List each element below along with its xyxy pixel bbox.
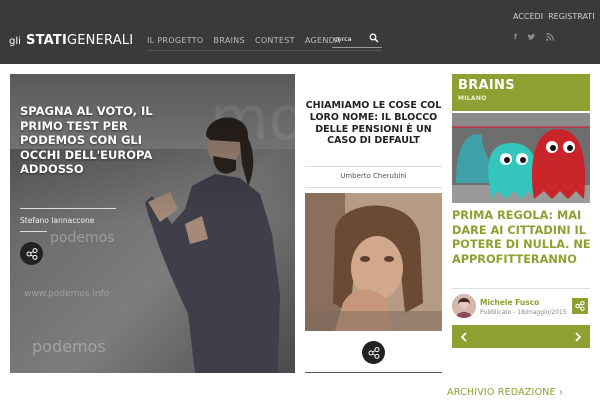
social-links: f t bbox=[514, 33, 555, 41]
chevron-right-icon[interactable] bbox=[571, 330, 585, 344]
site-header: gli STATIGENERALI IL PROGETTO BRAINS CON… bbox=[0, 0, 600, 64]
logo-bold: STATI bbox=[26, 33, 67, 48]
middle-divider-3 bbox=[305, 372, 442, 373]
search-box bbox=[332, 30, 382, 48]
share-icon bbox=[368, 346, 379, 359]
sidebar-share-button[interactable] bbox=[572, 298, 588, 314]
logo-prefix: gli bbox=[9, 36, 21, 47]
feature-article[interactable]: mo podemos www.podemos.info podemos Spag… bbox=[10, 74, 295, 373]
middle-title[interactable]: Chiamiamo le cose col loro nome: il bloc… bbox=[305, 100, 442, 147]
sidebar-carousel-nav bbox=[452, 325, 590, 348]
share-icon bbox=[26, 247, 37, 260]
middle-divider-2 bbox=[305, 187, 442, 188]
search-icon[interactable] bbox=[369, 33, 379, 43]
sidebar-date: Pubblicato - 18/maggio/2015 bbox=[480, 309, 567, 316]
feature-author[interactable]: Stefano Iannaccone bbox=[20, 216, 94, 225]
rss-icon[interactable] bbox=[546, 33, 555, 41]
sidebar-photo[interactable] bbox=[452, 113, 590, 203]
search-input[interactable] bbox=[334, 33, 368, 44]
facebook-icon[interactable]: f bbox=[514, 33, 517, 41]
sidebar-author-block: Michele Fusco Pubblicato - 18/maggio/201… bbox=[452, 294, 590, 320]
nav-contest[interactable]: CONTEST bbox=[255, 36, 295, 45]
nav-il-progetto[interactable]: IL PROGETTO bbox=[147, 36, 204, 45]
register-link[interactable]: REGISTRATI bbox=[548, 12, 594, 21]
archive-link[interactable]: ARCHIVIO REDAZIONE › bbox=[447, 387, 563, 398]
twitter-icon[interactable] bbox=[527, 33, 536, 41]
nav-brains[interactable]: BRAINS bbox=[214, 36, 245, 45]
logo-rest: GENERALI bbox=[66, 33, 134, 48]
sidebar-title[interactable]: Prima regola: mai dare ai cittadini il p… bbox=[452, 209, 596, 267]
middle-author[interactable]: Umberto Cherubini bbox=[305, 172, 442, 180]
feature-share-button[interactable] bbox=[20, 242, 43, 265]
middle-photo[interactable] bbox=[305, 193, 442, 331]
feature-divider bbox=[20, 208, 116, 209]
feature-divider-short bbox=[20, 231, 47, 232]
site-logo[interactable]: gli STATIGENERALI bbox=[9, 31, 133, 47]
chevron-left-icon[interactable] bbox=[457, 330, 471, 344]
share-icon bbox=[575, 301, 585, 311]
middle-divider bbox=[305, 166, 442, 167]
header-divider bbox=[147, 50, 382, 51]
section-title: BRAINS bbox=[458, 78, 515, 93]
sidebar-author-name[interactable]: Michele Fusco bbox=[480, 298, 539, 307]
main-nav: IL PROGETTO BRAINS CONTEST AGENDA bbox=[147, 36, 341, 45]
sidebar-divider bbox=[452, 288, 590, 289]
middle-share-button[interactable] bbox=[362, 341, 385, 364]
login-link[interactable]: ACCEDI bbox=[513, 12, 543, 21]
account-links: ACCEDI REGISTRATI bbox=[513, 12, 595, 21]
avatar[interactable] bbox=[452, 294, 476, 318]
feature-title[interactable]: Spagna al voto, il primo test per Podemo… bbox=[20, 104, 165, 177]
section-subtitle: MILANO bbox=[458, 95, 487, 102]
brains-section-header[interactable]: BRAINS MILANO bbox=[452, 74, 590, 111]
